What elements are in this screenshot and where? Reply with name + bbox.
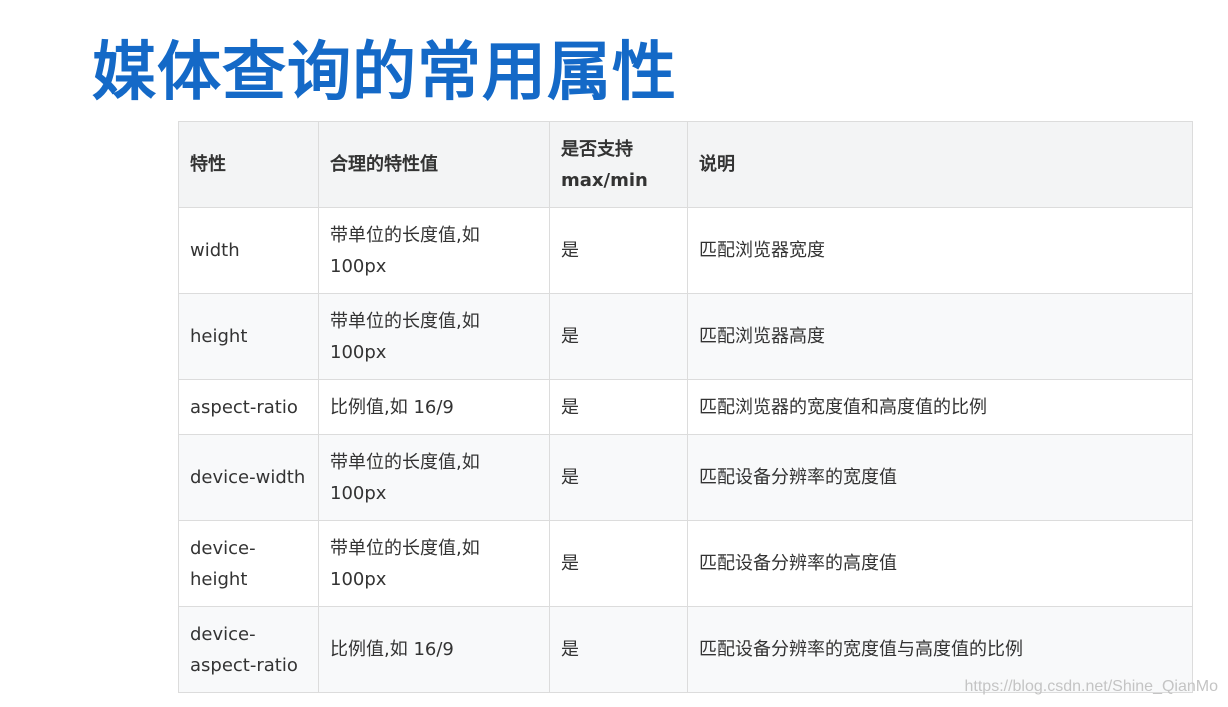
- table-row: device-width 带单位的长度值,如 100px 是 匹配设备分辨率的宽度…: [178, 434, 1193, 521]
- cell-feature: width: [178, 207, 319, 294]
- cell-valid-value: 比例值,如 16/9: [318, 606, 550, 693]
- cell-description: 匹配设备分辨率的高度值: [687, 520, 1193, 607]
- cell-valid-value: 带单位的长度值,如 100px: [318, 434, 550, 521]
- cell-feature: height: [178, 293, 319, 380]
- cell-supports-max-min: 是: [549, 207, 688, 294]
- header-feature: 特性: [178, 121, 319, 208]
- cell-supports-max-min: 是: [549, 606, 688, 693]
- table-row: device-height 带单位的长度值,如 100px 是 匹配设备分辨率的高…: [178, 520, 1193, 607]
- header-valid-value: 合理的特性值: [318, 121, 550, 208]
- cell-description: 匹配浏览器宽度: [687, 207, 1193, 294]
- cell-supports-max-min: 是: [549, 379, 688, 435]
- cell-feature: device-width: [178, 434, 319, 521]
- cell-feature: aspect-ratio: [178, 379, 319, 435]
- table-header-row: 特性 合理的特性值 是否支持 max/min 说明: [178, 121, 1193, 208]
- cell-feature: device-height: [178, 520, 319, 607]
- table-row: aspect-ratio 比例值,如 16/9 是 匹配浏览器的宽度值和高度值的…: [178, 379, 1193, 435]
- table-row: height 带单位的长度值,如 100px 是 匹配浏览器高度: [178, 293, 1193, 380]
- watermark-text: https://blog.csdn.net/Shine_QianMo: [964, 678, 1219, 695]
- cell-valid-value: 带单位的长度值,如 100px: [318, 293, 550, 380]
- cell-valid-value: 带单位的长度值,如 100px: [318, 207, 550, 294]
- page-title: 媒体查询的常用属性: [92, 36, 677, 110]
- cell-supports-max-min: 是: [549, 520, 688, 607]
- cell-valid-value: 带单位的长度值,如 100px: [318, 520, 550, 607]
- header-description: 说明: [687, 121, 1193, 208]
- slide-page: 媒体查询的常用属性 特性 合理的特性值 是否支持 max/min 说明 width…: [0, 0, 1228, 707]
- header-supports-max-min: 是否支持 max/min: [549, 121, 688, 208]
- cell-description: 匹配设备分辨率的宽度值: [687, 434, 1193, 521]
- cell-description: 匹配浏览器高度: [687, 293, 1193, 380]
- table-row: width 带单位的长度值,如 100px 是 匹配浏览器宽度: [178, 207, 1193, 294]
- cell-supports-max-min: 是: [549, 434, 688, 521]
- cell-valid-value: 比例值,如 16/9: [318, 379, 550, 435]
- cell-supports-max-min: 是: [549, 293, 688, 380]
- cell-description: 匹配浏览器的宽度值和高度值的比例: [687, 379, 1193, 435]
- media-query-properties-table: 特性 合理的特性值 是否支持 max/min 说明 width 带单位的长度值,如…: [178, 121, 1193, 693]
- cell-feature: device-aspect-ratio: [178, 606, 319, 693]
